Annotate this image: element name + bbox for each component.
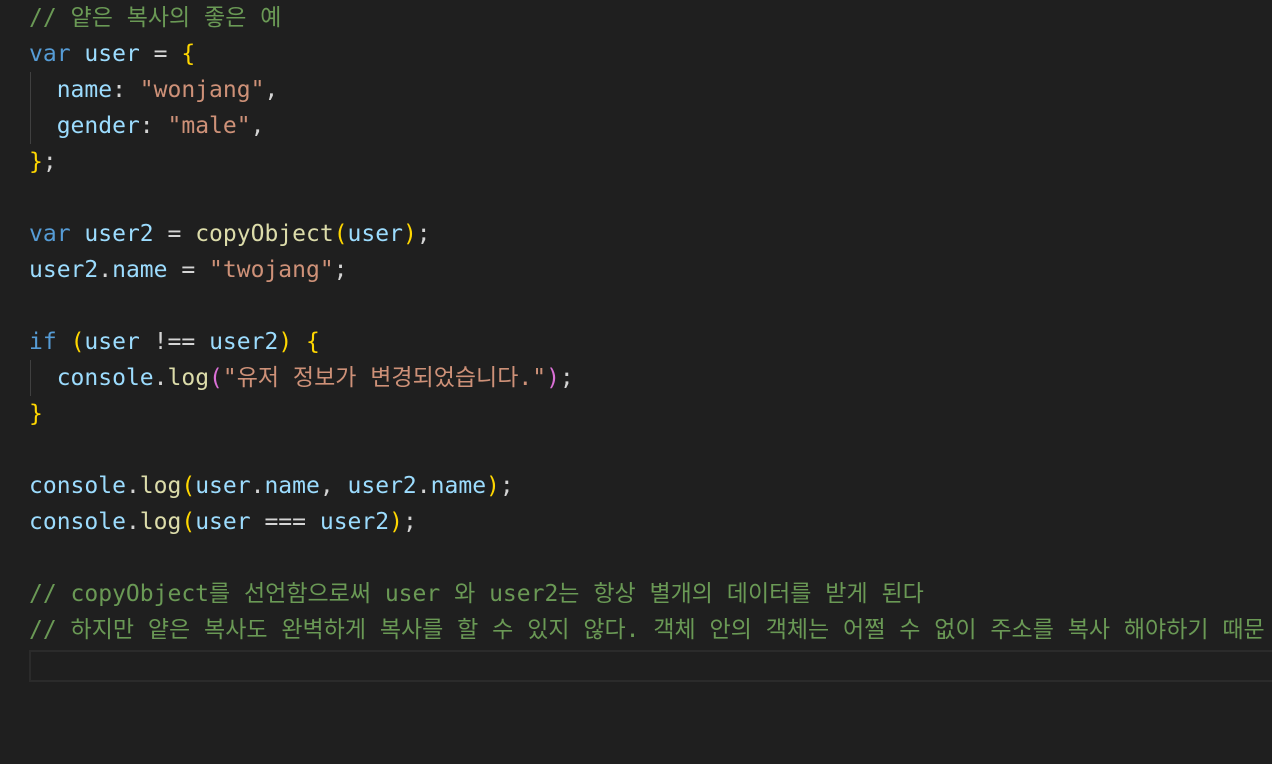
code-token: console — [29, 473, 126, 499]
code-token: user2 — [347, 473, 417, 499]
code-token: === — [250, 509, 320, 535]
code-token: user — [195, 509, 251, 535]
code-token: ; — [402, 509, 417, 535]
code-token: : — [112, 77, 140, 103]
code-token: user — [195, 473, 251, 499]
code-token: ( — [333, 221, 348, 247]
code-token: log — [139, 473, 182, 499]
code-line[interactable]: console.log(user.name, user2.name); — [29, 468, 514, 504]
code-line[interactable]: // 하지만 얕은 복사도 완벽하게 복사를 할 수 있지 않다. 객체 안의 … — [29, 612, 1265, 648]
code-token: . — [416, 473, 431, 499]
code-token: ) — [402, 221, 417, 247]
code-token: = — [139, 41, 182, 67]
code-token: console — [29, 509, 126, 535]
code-token: : — [139, 113, 168, 139]
code-token: user2 — [209, 329, 279, 355]
code-line[interactable]: var user2 = copyObject(user); — [29, 216, 431, 252]
code-token: user2 — [29, 257, 99, 283]
code-line[interactable]: // 얕은 복사의 좋은 예 — [29, 0, 281, 36]
code-token: // 얕은 복사의 좋은 예 — [29, 5, 282, 31]
code-token: ( — [181, 509, 196, 535]
code-token: ( — [181, 473, 196, 499]
code-token: copyObject — [195, 221, 334, 247]
code-line[interactable]: console.log("유저 정보가 변경되었습니다."); — [29, 360, 574, 396]
code-token: ; — [42, 149, 57, 175]
code-token: var — [29, 41, 71, 67]
code-token: } — [29, 149, 43, 175]
code-token: { — [306, 329, 320, 355]
code-token: log — [167, 365, 210, 391]
code-token: ( — [70, 329, 85, 355]
code-token: "wonjang" — [139, 77, 265, 103]
code-token: if — [29, 329, 57, 355]
code-token: . — [98, 257, 113, 283]
code-token: } — [29, 401, 43, 427]
code-token: !== — [139, 329, 210, 355]
code-token: user2 — [319, 509, 390, 535]
code-token: "유저 정보가 변경되었습니다." — [222, 365, 547, 391]
code-token: ) — [278, 329, 293, 355]
code-line[interactable]: gender: "male", — [29, 108, 265, 144]
code-token: , — [250, 113, 265, 139]
code-line[interactable]: if (user !== user2) { — [29, 324, 320, 360]
code-token: . — [125, 509, 140, 535]
code-token: . — [125, 473, 140, 499]
code-token: ; — [499, 473, 514, 499]
code-line[interactable]: user2.name = "twojang"; — [29, 252, 348, 288]
code-token: user2 — [84, 221, 154, 247]
code-token: var — [29, 221, 71, 247]
code-token: ( — [209, 365, 223, 391]
code-token: . — [153, 365, 168, 391]
code-token: ; — [559, 365, 574, 391]
code-line[interactable]: console.log(user === user2); — [29, 504, 417, 540]
code-token: log — [139, 509, 182, 535]
code-token: console — [56, 365, 154, 391]
code-token: user — [84, 41, 140, 67]
code-token: ; — [416, 221, 431, 247]
code-token: = — [153, 221, 196, 247]
code-token: ) — [486, 473, 500, 499]
code-token: name — [112, 257, 168, 283]
code-token: { — [181, 41, 196, 67]
code-token: , — [319, 473, 348, 499]
code-token: name — [56, 77, 113, 103]
code-token: // 하지만 얕은 복사도 완벽하게 복사를 할 수 있지 않다. 객체 안의 … — [29, 617, 1265, 643]
code-token: user — [347, 221, 403, 247]
code-token: name — [264, 473, 320, 499]
code-token: , — [264, 77, 279, 103]
code-line[interactable]: } — [29, 396, 43, 432]
code-token: gender — [56, 113, 140, 139]
code-token: ; — [333, 257, 348, 283]
code-editor[interactable]: // 얕은 복사의 좋은 예 var user = { name: "wonjan… — [0, 0, 1272, 764]
code-token: = — [167, 257, 210, 283]
code-token: . — [250, 473, 265, 499]
code-line[interactable]: }; — [29, 144, 57, 180]
code-token: // copyObject를 선언함으로써 user 와 user2는 항상 별… — [29, 581, 924, 607]
code-line[interactable]: // copyObject를 선언함으로써 user 와 user2는 항상 별… — [29, 576, 924, 612]
current-line-highlight[interactable] — [29, 650, 1272, 682]
code-token: name — [430, 473, 487, 499]
code-token: "twojang" — [209, 257, 334, 283]
code-token: "male" — [167, 113, 251, 139]
code-line[interactable]: name: "wonjang", — [29, 72, 279, 108]
code-token: ) — [546, 365, 560, 391]
code-token: user — [84, 329, 140, 355]
code-token: ) — [389, 509, 403, 535]
code-line[interactable]: var user = { — [29, 36, 195, 72]
